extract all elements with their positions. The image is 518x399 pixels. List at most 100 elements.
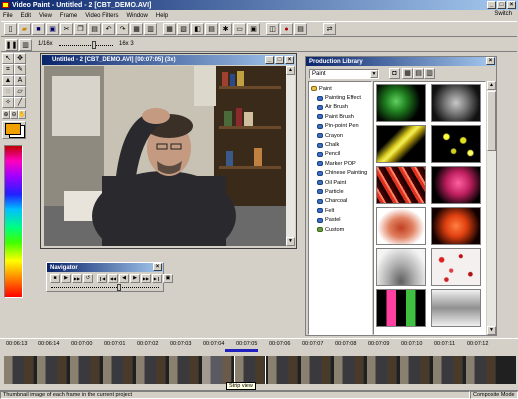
color-spectrum[interactable] <box>4 145 23 298</box>
first-frame-icon[interactable]: ❙◀ <box>97 274 107 283</box>
tree-item[interactable]: Pin-point Pen <box>317 122 369 131</box>
zoom-out-icon[interactable]: ⊖ <box>10 110 18 119</box>
scroll-up-icon[interactable]: ▲ <box>286 66 295 75</box>
save-icon[interactable]: ■ <box>32 23 45 35</box>
preset-thumbnail[interactable] <box>376 248 426 286</box>
tree-item[interactable]: Painting Effect <box>317 93 369 102</box>
library-scroll-up-icon[interactable]: ▲ <box>487 81 496 90</box>
tree-root-paint[interactable]: Paint <box>311 84 369 93</box>
zoom-slider-thumb[interactable] <box>92 41 96 49</box>
foreground-color[interactable] <box>5 123 21 135</box>
undo-icon[interactable]: ↶ <box>102 23 115 35</box>
frame-thumbnail[interactable] <box>367 356 397 384</box>
tree-item[interactable]: Marker POP <box>317 159 369 168</box>
grid-icon[interactable]: ▦ <box>163 23 176 35</box>
layout-icon[interactable]: ▥ <box>19 39 32 51</box>
close-button[interactable]: × <box>507 1 516 9</box>
minimize-button[interactable]: _ <box>487 1 496 9</box>
tree-item[interactable]: Particle <box>317 187 369 196</box>
tree-item[interactable]: Charcoal <box>317 197 369 206</box>
film-icon[interactable]: ▦ <box>130 23 143 35</box>
select-icon[interactable]: ↖ <box>2 53 14 64</box>
frame-thumbnail[interactable] <box>301 356 331 384</box>
lasso-icon[interactable]: ◌ <box>2 86 14 97</box>
frame-thumbnail[interactable] <box>103 356 133 384</box>
play-icon[interactable]: ▶ <box>61 274 71 283</box>
mode-icon[interactable]: ◫ <box>266 23 279 35</box>
redo-icon[interactable]: ↷ <box>116 23 129 35</box>
frame-thumbnail[interactable] <box>169 356 199 384</box>
frame-thumbnail[interactable] <box>4 356 34 384</box>
tree-item[interactable]: Air Brush <box>317 103 369 112</box>
frame-thumbnail[interactable] <box>37 356 67 384</box>
color-swatch[interactable] <box>2 121 26 139</box>
tree-item[interactable]: Pencil <box>317 150 369 159</box>
navigator-slider-thumb[interactable] <box>117 284 121 291</box>
tree-item[interactable]: Oil Paint <box>317 178 369 187</box>
video-minimize-button[interactable]: _ <box>265 56 274 64</box>
last-frame-icon[interactable]: ▶❙ <box>152 274 162 283</box>
mask-icon[interactable]: ◧ <box>191 23 204 35</box>
preset-thumbnail[interactable] <box>376 84 426 122</box>
tree-item[interactable]: Crayon <box>317 131 369 140</box>
video-canvas[interactable] <box>44 66 286 246</box>
menu-view[interactable]: View <box>39 13 52 19</box>
preview-icon[interactable]: ▣ <box>247 23 260 35</box>
pen-icon[interactable]: ╱ <box>14 97 26 108</box>
record-icon[interactable]: ● <box>280 23 293 35</box>
fast-forward-icon[interactable]: ▶▶ <box>141 274 151 283</box>
library-import-icon[interactable]: ◘ <box>389 68 400 79</box>
menu-window[interactable]: Window <box>127 13 148 19</box>
eraser-icon[interactable]: ▱ <box>14 86 26 97</box>
move-icon[interactable]: ✥ <box>14 53 26 64</box>
preset-thumbnail[interactable] <box>431 84 481 122</box>
table-icon[interactable]: ▤ <box>205 23 218 35</box>
library-grid-icon[interactable]: ▦ <box>402 68 413 79</box>
library-list-icon[interactable]: ▤ <box>413 68 424 79</box>
next-frame-icon[interactable]: ▶ <box>130 274 140 283</box>
frame-thumbnail[interactable] <box>334 356 364 384</box>
zoom-in-icon[interactable]: ⊕ <box>2 110 10 119</box>
frame-thumbnail-selected[interactable] <box>234 356 266 384</box>
tree-item[interactable]: Pastel <box>317 215 369 224</box>
frame-thumbnail[interactable] <box>400 356 430 384</box>
crop-icon[interactable]: ⌗ <box>2 64 14 75</box>
frame-thumbnail[interactable] <box>268 356 298 384</box>
library-close-button[interactable]: × <box>486 57 495 65</box>
preset-thumbnail[interactable] <box>431 289 481 327</box>
tree-item[interactable]: Custom <box>317 225 369 234</box>
hand-icon[interactable]: ✋ <box>18 110 26 119</box>
chevron-down-icon[interactable]: ▼ <box>370 70 378 78</box>
library-vscrollbar[interactable]: ▲ ▼ <box>487 81 496 335</box>
tree-item[interactable]: Paint Brush <box>317 112 369 121</box>
stop-icon[interactable]: ■ <box>50 274 60 283</box>
frame-thumbnail[interactable] <box>466 356 496 384</box>
tree-item[interactable]: Felt <box>317 206 369 215</box>
new-file-icon[interactable]: ▯ <box>4 23 17 35</box>
menu-edit[interactable]: Edit <box>21 13 31 19</box>
prev-frame-icon[interactable]: ◀ <box>119 274 129 283</box>
video-vscrollbar[interactable]: ▲ ▼ <box>286 66 295 246</box>
video-maximize-button[interactable]: □ <box>275 56 284 64</box>
frame-strip[interactable] <box>4 356 516 384</box>
effects-icon[interactable]: ✱ <box>219 23 232 35</box>
library-category-select[interactable]: Paint ▼ <box>309 69 379 79</box>
save-as-icon[interactable]: ▣ <box>46 23 59 35</box>
video-close-button[interactable]: × <box>285 56 294 64</box>
preset-thumbnail[interactable] <box>376 289 426 327</box>
snapshot-icon[interactable]: ▣ <box>163 274 173 283</box>
preset-thumbnail[interactable] <box>376 125 426 163</box>
loop-icon[interactable]: ↺ <box>83 274 93 283</box>
fast-play-icon[interactable]: ▶▶ <box>72 274 82 283</box>
library-scroll-down-icon[interactable]: ▼ <box>487 326 496 335</box>
switch-label[interactable]: Switch <box>494 11 512 17</box>
preset-thumbnail[interactable] <box>431 166 481 204</box>
library-scroll-thumb[interactable] <box>487 91 496 151</box>
tree-item[interactable]: Chalk <box>317 140 369 149</box>
frame-thumbnail[interactable] <box>136 356 166 384</box>
menu-help[interactable]: Help <box>156 13 168 19</box>
pause-icon[interactable]: ❚❚ <box>5 39 18 51</box>
frame-thumbnail[interactable] <box>433 356 463 384</box>
open-folder-icon[interactable]: ▰ <box>18 23 31 35</box>
library-details-icon[interactable]: ▥ <box>424 68 435 79</box>
